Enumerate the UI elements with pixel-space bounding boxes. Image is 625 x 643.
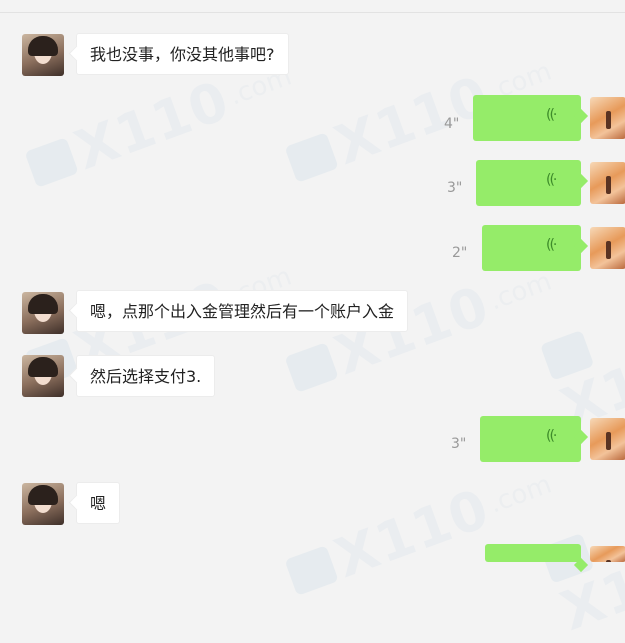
watermark: X110.com (280, 454, 561, 608)
message-bubble[interactable]: 我也没事，你没其他事吧? (76, 33, 289, 75)
avatar[interactable] (590, 418, 625, 460)
voice-message-bubble[interactable]: ((· (482, 225, 581, 271)
voice-duration: 4" (444, 116, 460, 132)
watermark: X110.com (540, 268, 625, 440)
avatar[interactable] (590, 227, 625, 269)
voice-message-bubble[interactable] (485, 544, 581, 562)
voice-message-bubble[interactable]: ((· (473, 95, 581, 141)
avatar[interactable] (22, 355, 64, 397)
message-bubble[interactable]: 然后选择支付3. (76, 355, 216, 397)
avatar[interactable] (22, 292, 64, 334)
voice-wave-icon: ((· (546, 172, 557, 188)
top-divider (0, 12, 625, 13)
voice-duration: 3" (451, 436, 467, 452)
voice-wave-icon: ((· (546, 237, 557, 253)
voice-duration: 3" (447, 180, 463, 196)
avatar[interactable] (590, 162, 625, 204)
message-bubble[interactable]: 嗯，点那个出入金管理然后有一个账户入金 (76, 290, 409, 332)
avatar[interactable] (22, 34, 64, 76)
avatar[interactable] (590, 546, 625, 562)
voice-message-bubble[interactable]: ((· (480, 416, 581, 462)
avatar[interactable] (22, 483, 64, 525)
voice-wave-icon: ((· (546, 428, 557, 444)
message-bubble[interactable]: 嗯 (76, 482, 121, 524)
voice-duration: 2" (452, 245, 468, 261)
avatar[interactable] (590, 97, 625, 139)
voice-wave-icon: ((· (546, 107, 557, 123)
voice-message-bubble[interactable]: ((· (476, 160, 581, 206)
